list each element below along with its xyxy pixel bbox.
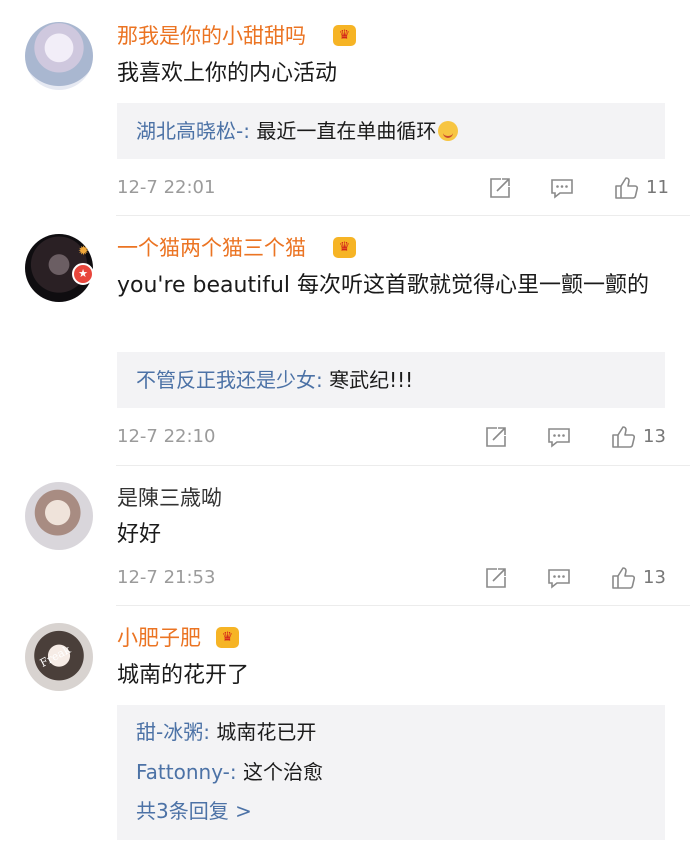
repost-icon[interactable] <box>486 174 514 202</box>
like-count: 13 <box>643 426 666 447</box>
reply-text: 城南花已开 <box>216 720 317 744</box>
comment-meta: 12-7 22:01 11 <box>0 173 690 203</box>
comment-item: 那我是你的小甜甜吗 ♛ 我喜欢上你的内心活动 湖北高晓松-: 最近一直在单曲循环… <box>0 0 690 215</box>
more-replies-link[interactable]: 共3条回复 > <box>136 798 252 824</box>
username[interactable]: 那我是你的小甜甜吗 <box>117 23 306 49</box>
timestamp: 12-7 22:01 <box>117 177 216 198</box>
crown-icon: ♛ <box>333 25 356 46</box>
reply-text: 这个治愈 <box>243 760 324 784</box>
timestamp: 12-7 22:10 <box>117 426 216 447</box>
comment-text: 我喜欢上你的内心活动 <box>117 61 338 86</box>
timestamp: 12-7 21:53 <box>117 567 216 588</box>
comment-item: 是陳三歳呦 好好 12-7 21:53 13 <box>0 466 690 606</box>
comment-text: 城南的花开了 <box>117 663 250 688</box>
like-count: 11 <box>646 177 669 198</box>
avatar[interactable] <box>25 482 93 550</box>
reply-separator: : <box>316 368 323 392</box>
reply-text: 最近一直在单曲循环 <box>256 119 437 143</box>
reply-line: 甜-冰粥: 城南花已开 <box>136 719 316 745</box>
comment-icon[interactable] <box>548 174 576 202</box>
reply-box[interactable]: 湖北高晓松-: 最近一直在单曲循环 <box>117 103 665 159</box>
repost-icon[interactable] <box>482 564 510 592</box>
crown-icon: ♛ <box>333 237 356 258</box>
verified-badge-icon: ★ <box>72 263 94 285</box>
comment-item: Freak 小肥子肥 ♛ 城南的花开了 甜-冰粥: 城南花已开 Fattonny… <box>0 606 690 850</box>
reply-separator: : <box>243 119 250 143</box>
reply-separator: : <box>229 760 237 784</box>
reply-text: 寒武纪!!! <box>329 368 414 392</box>
crown-icon: ♛ <box>216 627 239 648</box>
avatar-text: Freak <box>37 643 73 670</box>
like-icon[interactable] <box>609 564 637 592</box>
reply-line: 不管反正我还是少女: 寒武纪!!! <box>136 367 413 393</box>
reply-box[interactable]: 甜-冰粥: 城南花已开 Fattonny-: 这个治愈 共3条回复 > <box>117 705 665 840</box>
avatar[interactable]: Freak <box>25 623 93 691</box>
username[interactable]: 是陳三歳呦 <box>117 485 222 511</box>
comment-item: ✹ ★ 一个猫两个猫三个猫 ♛ you're beautiful 每次听这首歌就… <box>0 216 690 466</box>
comment-icon[interactable] <box>545 564 573 592</box>
emoji-icon <box>438 121 459 141</box>
username[interactable]: 小肥子肥 <box>117 625 201 651</box>
reply-username[interactable]: 甜-冰粥 <box>136 720 203 744</box>
reply-separator: : <box>203 720 210 744</box>
comment-text: you're beautiful 每次听这首歌就觉得心里一颤一颤的 <box>117 273 650 298</box>
reply-username[interactable]: 湖北高晓松- <box>136 119 243 143</box>
like-icon[interactable] <box>609 423 637 451</box>
comment-feed: 那我是你的小甜甜吗 ♛ 我喜欢上你的内心活动 湖北高晓松-: 最近一直在单曲循环… <box>0 0 690 850</box>
reply-box[interactable]: 不管反正我还是少女: 寒武纪!!! <box>117 352 665 408</box>
comment-text: 好好 <box>117 522 162 547</box>
avatar[interactable] <box>25 22 93 90</box>
like-count: 13 <box>643 567 666 588</box>
reply-line: Fattonny-: 这个治愈 <box>136 759 323 785</box>
username[interactable]: 一个猫两个猫三个猫 <box>117 235 306 261</box>
reply-line: 湖北高晓松-: 最近一直在单曲循环 <box>136 118 459 144</box>
repost-icon[interactable] <box>482 423 510 451</box>
sun-icon: ✹ <box>78 244 89 259</box>
reply-username[interactable]: Fattonny- <box>136 760 230 784</box>
like-icon[interactable] <box>612 174 640 202</box>
comment-icon[interactable] <box>545 423 573 451</box>
comment-meta: 12-7 21:53 13 <box>0 563 690 593</box>
comment-meta: 12-7 22:10 13 <box>0 422 690 452</box>
reply-username[interactable]: 不管反正我还是少女 <box>136 368 316 392</box>
